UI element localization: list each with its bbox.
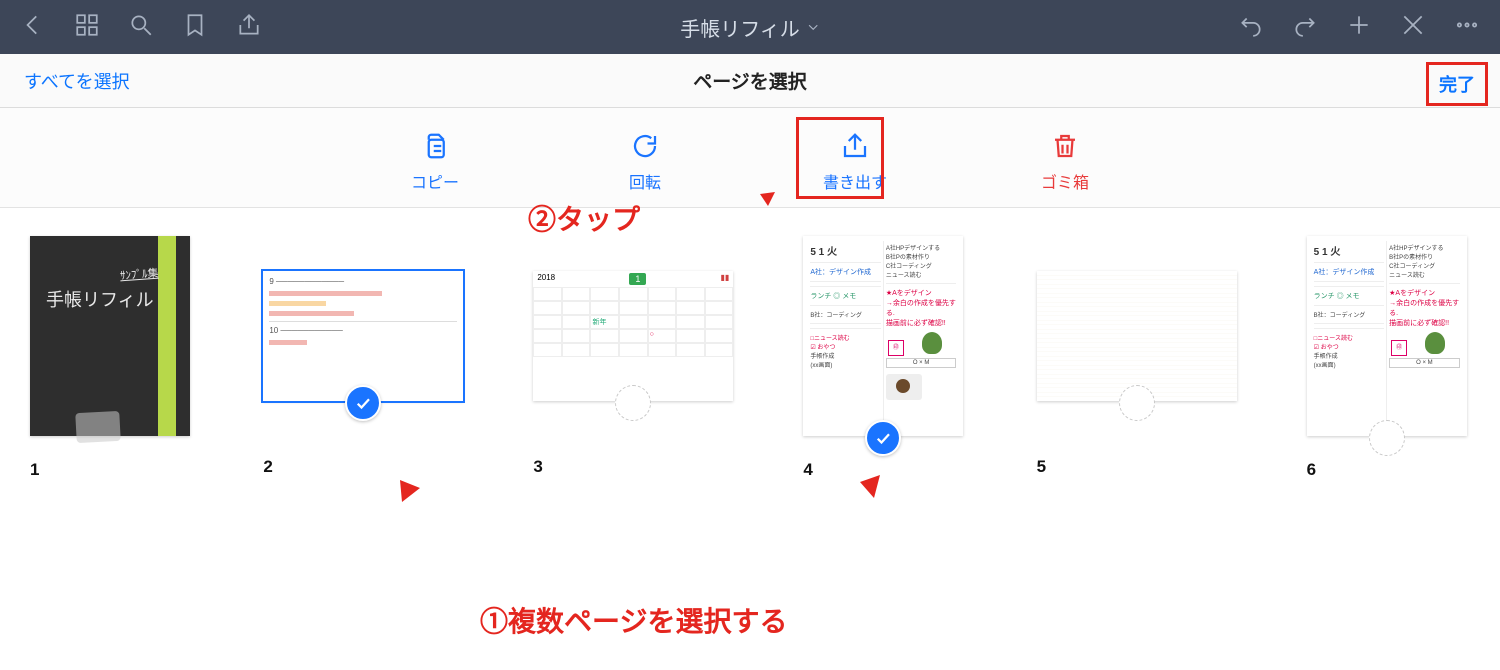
chevron-down-icon: [806, 20, 820, 34]
page-thumbnails: ｻﾝﾌﾟﾙ集 手帳リフィル 1 9 ──────────── 10 ──────…: [0, 208, 1500, 480]
selection-header: すべてを選択 ページを選択 完了: [0, 54, 1500, 108]
rotate-button[interactable]: 回転: [600, 129, 690, 193]
document-title-text: 手帳リフィル: [680, 13, 800, 42]
page-thumb-5[interactable]: 5: [1037, 236, 1237, 480]
page-thumb-4[interactable]: 5 1 火 A社：デザイン作成 ランチ ◎ メモ B社：コーディング □ニュース…: [803, 236, 966, 480]
page-thumb-6[interactable]: 5 1 火 A社：デザイン作成 ランチ ◎ メモ B社：コーディング □ニュース…: [1307, 236, 1470, 480]
planner-date: 5 1 火: [810, 243, 881, 258]
trash-button[interactable]: ゴミ箱: [1020, 129, 1110, 193]
grid-view-icon[interactable]: [74, 12, 100, 43]
page-number: 4: [803, 460, 812, 480]
selection-circle[interactable]: [1119, 385, 1155, 421]
back-icon[interactable]: [20, 12, 46, 43]
annotation-arrow-right: [770, 460, 920, 610]
copy-label: コピー: [411, 169, 459, 193]
page-number: 2: [263, 457, 272, 477]
page-thumb-3[interactable]: 20181▮▮ 新年 ○ 3: [533, 236, 733, 480]
redo-icon[interactable]: [1292, 12, 1318, 43]
document-title[interactable]: 手帳リフィル: [680, 13, 820, 42]
scissors-icon[interactable]: [1400, 12, 1426, 43]
page-number: 3: [533, 457, 542, 477]
selection-heading: ページを選択: [693, 67, 807, 94]
selection-check-icon[interactable]: [865, 420, 901, 456]
rotate-label: 回転: [629, 169, 661, 193]
page-number: 1: [30, 460, 39, 480]
cover-subtitle: ｻﾝﾌﾟﾙ集: [119, 265, 159, 284]
export-icon: [838, 129, 872, 163]
planner-date: 5 1 火: [1314, 243, 1385, 258]
export-button[interactable]: 書き出す: [810, 129, 900, 193]
cover-title: 手帳リフィル: [46, 286, 154, 312]
page-thumb-2[interactable]: 9 ──────────── 10 ─────────── 2: [263, 236, 463, 480]
annotation-arrow-left: [380, 460, 540, 610]
page-thumb-1[interactable]: ｻﾝﾌﾟﾙ集 手帳リフィル 1: [30, 236, 193, 480]
select-all-button[interactable]: すべてを選択: [24, 68, 130, 94]
selection-circle[interactable]: [1369, 420, 1405, 456]
rotate-icon: [628, 129, 662, 163]
search-icon[interactable]: [128, 12, 154, 43]
page-number: 5: [1037, 457, 1046, 477]
selection-circle[interactable]: [615, 385, 651, 421]
annotation-select-multi: ①複数ページを選択する: [480, 600, 787, 640]
app-toolbar: 手帳リフィル: [0, 0, 1500, 54]
page-number: 6: [1307, 460, 1316, 480]
copy-button[interactable]: コピー: [390, 129, 480, 193]
more-icon[interactable]: [1454, 12, 1480, 43]
trash-icon: [1048, 129, 1082, 163]
copy-icon: [418, 129, 452, 163]
undo-icon[interactable]: [1238, 12, 1264, 43]
action-bar: コピー 回転 書き出す ゴミ箱: [0, 108, 1500, 208]
selection-check-icon[interactable]: [345, 385, 381, 421]
done-button[interactable]: 完了: [1426, 62, 1488, 106]
add-icon[interactable]: [1346, 12, 1372, 43]
export-label: 書き出す: [823, 169, 887, 193]
trash-label: ゴミ箱: [1041, 169, 1089, 193]
bookmark-icon[interactable]: [182, 12, 208, 43]
share-icon[interactable]: [236, 12, 262, 43]
